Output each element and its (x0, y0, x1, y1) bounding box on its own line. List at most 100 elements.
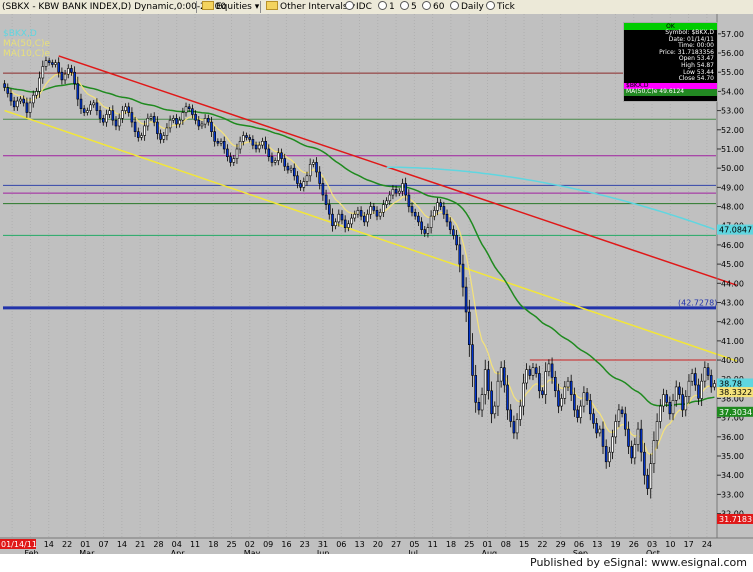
interval-daily[interactable]: Daily (450, 1, 484, 13)
candle-body (448, 221, 452, 230)
candle-body (700, 380, 704, 399)
y-tick-label: 42.00 (721, 318, 744, 327)
candle-body (617, 409, 621, 422)
price-tag: (42.7278) (678, 299, 717, 308)
interval-1[interactable]: 1 (378, 1, 395, 13)
candle-body (394, 189, 398, 194)
equities-button[interactable]: Equities ▾ (202, 1, 259, 13)
x-tick-label: 17 (684, 540, 694, 549)
candle-body (620, 409, 624, 414)
candle-body (528, 369, 532, 376)
candle-body (544, 371, 548, 395)
candle-body (410, 206, 414, 213)
x-tick-label: 09 (263, 540, 273, 549)
candle-body (54, 62, 57, 65)
y-tick-label: 44.00 (721, 279, 744, 288)
candle-body (671, 400, 675, 415)
candle-body (372, 206, 376, 211)
x-tick-label: 14 (44, 540, 54, 549)
y-tick-label: 50.00 (721, 164, 744, 173)
candle-body (286, 165, 290, 171)
x-tick-label: 11 (428, 540, 438, 549)
interval-5[interactable]: 5 (400, 1, 417, 13)
candle-body (76, 83, 80, 100)
candle-body (474, 375, 478, 403)
start-date-tag: 01/14/11 (0, 539, 37, 549)
x-tick-label: 18 (446, 540, 456, 549)
candle-body (197, 119, 201, 127)
x-tick-label: 16 (281, 540, 291, 549)
x-tick-label: 08 (501, 540, 511, 549)
candle-body (623, 413, 627, 430)
folder-icon (266, 1, 278, 10)
candle-body (238, 141, 242, 150)
x-tick-label: 04 (172, 540, 182, 549)
candle-body (108, 110, 111, 115)
candle-body (63, 73, 67, 81)
candle-body (649, 463, 653, 489)
candle-body (445, 213, 449, 223)
candle-body (534, 367, 538, 374)
candle-body (35, 91, 38, 96)
x-tick-label: 22 (537, 540, 547, 549)
candle-body (111, 110, 115, 121)
candle-body (404, 183, 408, 196)
candle-body (219, 141, 223, 144)
candle-body (229, 156, 232, 163)
candle-body (105, 114, 108, 123)
candle-body (67, 68, 70, 75)
candle-body (347, 223, 350, 228)
candle-body (461, 263, 465, 288)
candle-body (257, 144, 261, 150)
interval-60[interactable]: 60 (422, 1, 444, 13)
x-tick-label: 07 (99, 540, 109, 549)
candle-body (302, 181, 306, 188)
price-tag: 38.3322 (717, 387, 753, 398)
candle-body (423, 229, 427, 234)
candle-body (452, 229, 455, 236)
candle-body (557, 390, 560, 407)
price-tag-label: 38.3322 (719, 388, 752, 397)
candle-body (697, 384, 700, 399)
other-intervals-button[interactable]: Other Intervals ▾ (266, 1, 355, 13)
candle-body (687, 380, 691, 397)
candle-body (560, 398, 563, 407)
candle-body (397, 190, 401, 194)
radio-icon (450, 1, 459, 10)
candle-body (375, 210, 379, 217)
candle-body (114, 119, 118, 127)
candle-body (207, 118, 210, 123)
candle-body (57, 62, 61, 73)
candle-body (41, 66, 45, 79)
candle-body (149, 116, 153, 119)
legend-ma10: MA(10,C)e (3, 49, 51, 59)
candle-body (191, 108, 194, 115)
interval-tick[interactable]: Tick (486, 1, 515, 13)
candle-body (366, 213, 369, 223)
candle-body (487, 369, 490, 392)
candle-body (496, 380, 500, 407)
candle-body (264, 141, 267, 150)
candle-body (178, 119, 181, 125)
candle-body (522, 382, 525, 407)
interval-idc[interactable]: IDC (345, 1, 372, 13)
candle-body (79, 98, 83, 109)
x-tick-label: 20 (373, 540, 383, 549)
candle-body (506, 384, 509, 411)
candle-body (235, 148, 239, 159)
y-tick-label: 56.00 (721, 49, 744, 58)
candle-body (417, 215, 420, 223)
x-tick-label: 06 (574, 540, 584, 549)
candle-body (608, 451, 611, 463)
candle-body (458, 244, 462, 265)
candle-body (633, 444, 637, 459)
x-tick-label: 22 (62, 540, 72, 549)
candle-body (89, 104, 92, 111)
candle-body (502, 367, 506, 386)
candle-body (44, 60, 48, 67)
radio-icon (345, 1, 354, 10)
candle-body (665, 394, 669, 403)
candle-body (200, 123, 204, 127)
candle-body (340, 213, 344, 221)
candle-body (585, 392, 589, 401)
